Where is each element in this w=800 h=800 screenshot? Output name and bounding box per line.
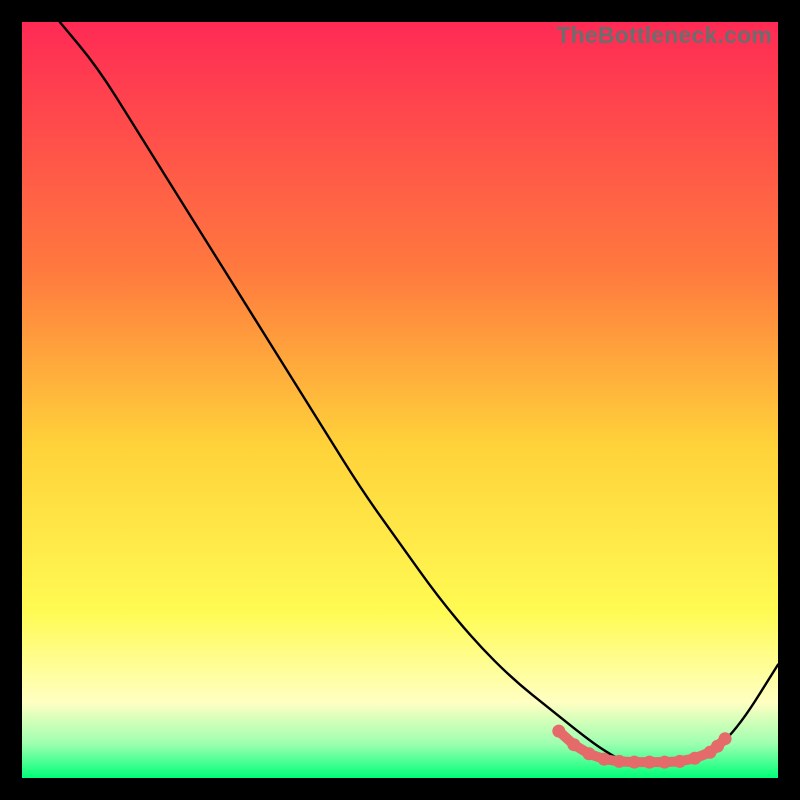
gradient-background <box>22 22 778 778</box>
bottleneck-chart <box>22 22 778 778</box>
chart-frame: TheBottleneck.com <box>22 22 778 778</box>
watermark-label: TheBottleneck.com <box>556 22 772 49</box>
